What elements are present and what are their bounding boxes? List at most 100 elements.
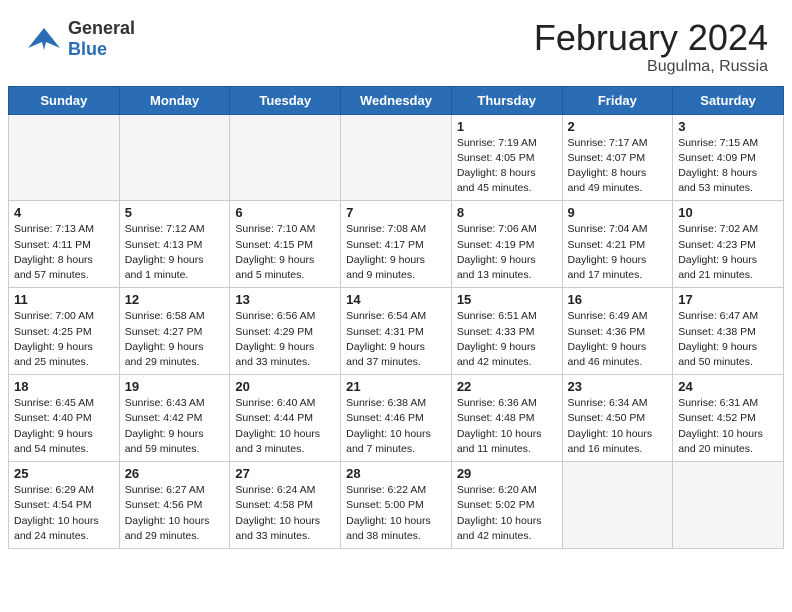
calendar-cell: 5Sunrise: 7:12 AM Sunset: 4:13 PM Daylig… [119,201,230,288]
day-info: Sunrise: 7:04 AM Sunset: 4:21 PM Dayligh… [568,222,668,283]
calendar-cell: 1Sunrise: 7:19 AM Sunset: 4:05 PM Daylig… [451,114,562,201]
day-number: 24 [678,379,778,394]
day-info: Sunrise: 6:56 AM Sunset: 4:29 PM Dayligh… [235,309,335,370]
calendar-header-row: SundayMondayTuesdayWednesdayThursdayFrid… [9,86,784,114]
calendar-week-row: 25Sunrise: 6:29 AM Sunset: 4:54 PM Dayli… [9,462,784,549]
day-info: Sunrise: 6:34 AM Sunset: 4:50 PM Dayligh… [568,396,668,457]
day-number: 26 [125,466,225,481]
logo: General Blue [24,18,135,60]
day-info: Sunrise: 6:22 AM Sunset: 5:00 PM Dayligh… [346,483,446,544]
day-info: Sunrise: 7:08 AM Sunset: 4:17 PM Dayligh… [346,222,446,283]
day-number: 2 [568,119,668,134]
calendar-week-row: 1Sunrise: 7:19 AM Sunset: 4:05 PM Daylig… [9,114,784,201]
calendar-cell: 20 Sunrise: 6:40 AM Sunset: 4:44 PM Dayli… [230,375,341,462]
calendar-header-day: Friday [562,86,673,114]
day-info: Sunrise: 6:51 AM Sunset: 4:33 PM Dayligh… [457,309,557,370]
day-info: Sunrise: 6:27 AM Sunset: 4:56 PM Dayligh… [125,483,225,544]
day-number: 27 [235,466,335,481]
day-info: Sunrise: 7:02 AM Sunset: 4:23 PM Dayligh… [678,222,778,283]
calendar-cell: 23 Sunrise: 6:34 AM Sunset: 4:50 PM Dayli… [562,375,673,462]
calendar-cell: 8 Sunrise: 7:06 AM Sunset: 4:19 PM Daylig… [451,201,562,288]
day-number: 15 [457,292,557,307]
day-number: 18 [14,379,114,394]
day-number: 5 [125,205,225,220]
day-info: Sunrise: 6:31 AM Sunset: 4:52 PM Dayligh… [678,396,778,457]
day-number: 6 [235,205,335,220]
calendar-week-row: 18 Sunrise: 6:45 AM Sunset: 4:40 PM Dayli… [9,375,784,462]
day-number: 19 [125,379,225,394]
day-number: 11 [14,292,114,307]
calendar-table: SundayMondayTuesdayWednesdayThursdayFrid… [8,86,784,549]
day-number: 3 [678,119,778,134]
calendar-cell: 17 Sunrise: 6:47 AM Sunset: 4:38 PM Dayli… [673,288,784,375]
calendar-cell: 25Sunrise: 6:29 AM Sunset: 4:54 PM Dayli… [9,462,120,549]
calendar-cell: 13 Sunrise: 6:56 AM Sunset: 4:29 PM Dayli… [230,288,341,375]
day-info: Sunrise: 6:54 AM Sunset: 4:31 PM Dayligh… [346,309,446,370]
month-title: February 2024 [534,18,768,58]
day-info: Sunrise: 7:10 AM Sunset: 4:15 PM Dayligh… [235,222,335,283]
day-info: Sunrise: 6:45 AM Sunset: 4:40 PM Dayligh… [14,396,114,457]
logo-text: General Blue [68,18,135,60]
day-number: 9 [568,205,668,220]
calendar-cell: 10 Sunrise: 7:02 AM Sunset: 4:23 PM Dayli… [673,201,784,288]
calendar-cell: 14 Sunrise: 6:54 AM Sunset: 4:31 PM Dayli… [341,288,452,375]
day-info: Sunrise: 6:20 AM Sunset: 5:02 PM Dayligh… [457,483,557,544]
day-number: 21 [346,379,446,394]
calendar-cell: 11Sunrise: 7:00 AM Sunset: 4:25 PM Dayli… [9,288,120,375]
day-number: 10 [678,205,778,220]
calendar-cell: 2 Sunrise: 7:17 AM Sunset: 4:07 PM Daylig… [562,114,673,201]
calendar-header-day: Monday [119,86,230,114]
day-number: 7 [346,205,446,220]
day-number: 4 [14,205,114,220]
calendar-cell [562,462,673,549]
day-info: Sunrise: 6:49 AM Sunset: 4:36 PM Dayligh… [568,309,668,370]
day-number: 12 [125,292,225,307]
calendar-cell: 6 Sunrise: 7:10 AM Sunset: 4:15 PM Daylig… [230,201,341,288]
day-number: 16 [568,292,668,307]
calendar-cell: 7 Sunrise: 7:08 AM Sunset: 4:17 PM Daylig… [341,201,452,288]
calendar-header-day: Saturday [673,86,784,114]
day-info: Sunrise: 6:47 AM Sunset: 4:38 PM Dayligh… [678,309,778,370]
day-number: 29 [457,466,557,481]
calendar-cell: 12Sunrise: 6:58 AM Sunset: 4:27 PM Dayli… [119,288,230,375]
calendar-cell: 29 Sunrise: 6:20 AM Sunset: 5:02 PM Dayli… [451,462,562,549]
day-number: 20 [235,379,335,394]
day-info: Sunrise: 7:17 AM Sunset: 4:07 PM Dayligh… [568,136,668,197]
day-info: Sunrise: 7:19 AM Sunset: 4:05 PM Dayligh… [457,136,557,197]
calendar-cell: 24 Sunrise: 6:31 AM Sunset: 4:52 PM Dayli… [673,375,784,462]
day-info: Sunrise: 6:40 AM Sunset: 4:44 PM Dayligh… [235,396,335,457]
day-number: 23 [568,379,668,394]
calendar-cell [230,114,341,201]
calendar-cell: 26 Sunrise: 6:27 AM Sunset: 4:56 PM Dayli… [119,462,230,549]
day-number: 22 [457,379,557,394]
calendar-cell: 16 Sunrise: 6:49 AM Sunset: 4:36 PM Dayli… [562,288,673,375]
title-block: February 2024 Bugulma, Russia [534,18,768,76]
day-info: Sunrise: 6:38 AM Sunset: 4:46 PM Dayligh… [346,396,446,457]
day-number: 25 [14,466,114,481]
day-number: 17 [678,292,778,307]
day-number: 8 [457,205,557,220]
day-info: Sunrise: 7:06 AM Sunset: 4:19 PM Dayligh… [457,222,557,283]
logo-icon [24,20,62,58]
calendar-cell: 9 Sunrise: 7:04 AM Sunset: 4:21 PM Daylig… [562,201,673,288]
calendar-cell [119,114,230,201]
calendar-header-day: Sunday [9,86,120,114]
calendar-cell: 21 Sunrise: 6:38 AM Sunset: 4:46 PM Dayli… [341,375,452,462]
calendar-cell: 3Sunrise: 7:15 AM Sunset: 4:09 PM Daylig… [673,114,784,201]
day-number: 14 [346,292,446,307]
location: Bugulma, Russia [534,58,768,76]
day-info: Sunrise: 6:36 AM Sunset: 4:48 PM Dayligh… [457,396,557,457]
calendar-cell: 18 Sunrise: 6:45 AM Sunset: 4:40 PM Dayli… [9,375,120,462]
page-header: General Blue February 2024 Bugulma, Russ… [0,0,792,86]
day-number: 28 [346,466,446,481]
calendar-header-day: Wednesday [341,86,452,114]
calendar-cell: 22 Sunrise: 6:36 AM Sunset: 4:48 PM Dayli… [451,375,562,462]
calendar-cell [341,114,452,201]
day-info: Sunrise: 6:24 AM Sunset: 4:58 PM Dayligh… [235,483,335,544]
calendar-week-row: 11Sunrise: 7:00 AM Sunset: 4:25 PM Dayli… [9,288,784,375]
calendar-cell [9,114,120,201]
day-info: Sunrise: 7:13 AM Sunset: 4:11 PM Dayligh… [14,222,114,283]
day-number: 13 [235,292,335,307]
day-info: Sunrise: 6:43 AM Sunset: 4:42 PM Dayligh… [125,396,225,457]
calendar-header-day: Thursday [451,86,562,114]
